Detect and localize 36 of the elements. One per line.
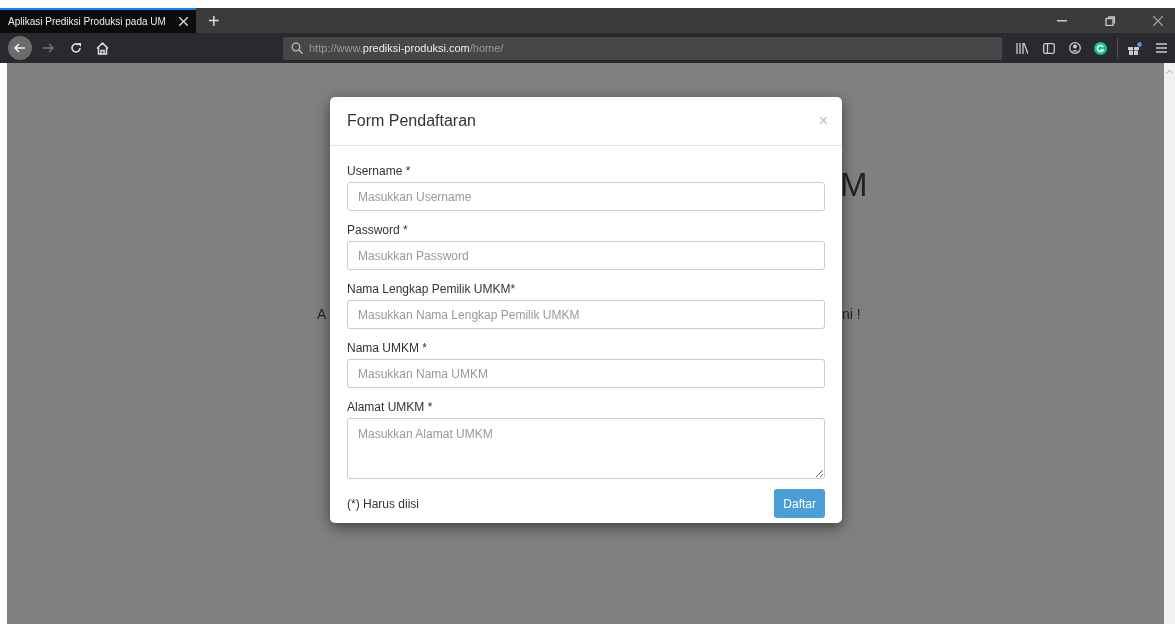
new-tab-button[interactable]: + (196, 8, 232, 33)
forward-icon[interactable] (42, 42, 54, 54)
address-bar[interactable]: http://www.prediksi-produksi.com/home/ (283, 36, 1002, 60)
back-icon[interactable] (8, 36, 32, 60)
input-field[interactable]: Masukkan Nama UMKM (347, 359, 825, 388)
field-label: Password * (347, 222, 409, 239)
reload-icon[interactable] (70, 42, 82, 54)
url-text: http://www.prediksi-produksi.com/home/ (309, 40, 504, 56)
browser-tab[interactable]: Aplikasi Prediksi Produksi pada UM (0, 8, 196, 33)
sidebar-icon[interactable] (1043, 42, 1055, 54)
field-label: Nama UMKM * (347, 340, 428, 357)
account-icon[interactable] (1069, 42, 1081, 54)
scrollbar[interactable] (1164, 63, 1175, 624)
heading-fragment: M (840, 168, 868, 201)
field-label: Username * (347, 163, 412, 180)
field-label: Nama Lengkap Pemilik UMKM* (347, 281, 517, 298)
gift-icon[interactable] (1128, 41, 1142, 55)
tab-title: Aplikasi Prediksi Produksi pada UM (8, 15, 167, 29)
restore-icon[interactable] (1105, 15, 1115, 26)
extension-icon[interactable] (1094, 41, 1107, 55)
input-field[interactable]: Masukkan Password (347, 241, 825, 270)
field-label: Alamat UMKM * (347, 399, 434, 416)
library-icon[interactable] (1016, 42, 1028, 54)
home-icon[interactable] (96, 41, 109, 55)
modal-title: Form Pendaftaran (347, 111, 476, 131)
search-icon (291, 42, 303, 54)
textarea-field[interactable]: Masukkan Alamat UMKM (347, 418, 825, 479)
text-fragment: ni ! (842, 305, 861, 324)
close-icon[interactable] (1153, 15, 1163, 26)
menu-icon[interactable] (1156, 43, 1167, 53)
text-fragment: A (317, 305, 327, 324)
close-tab-icon[interactable] (179, 17, 188, 26)
input-field[interactable]: Masukkan Username (347, 182, 825, 211)
minimize-icon[interactable] (1057, 19, 1067, 22)
required-note: (*) Harus diisi (347, 496, 419, 513)
input-field[interactable]: Masukkan Nama Lengkap Pemilik UMKM (347, 300, 825, 329)
